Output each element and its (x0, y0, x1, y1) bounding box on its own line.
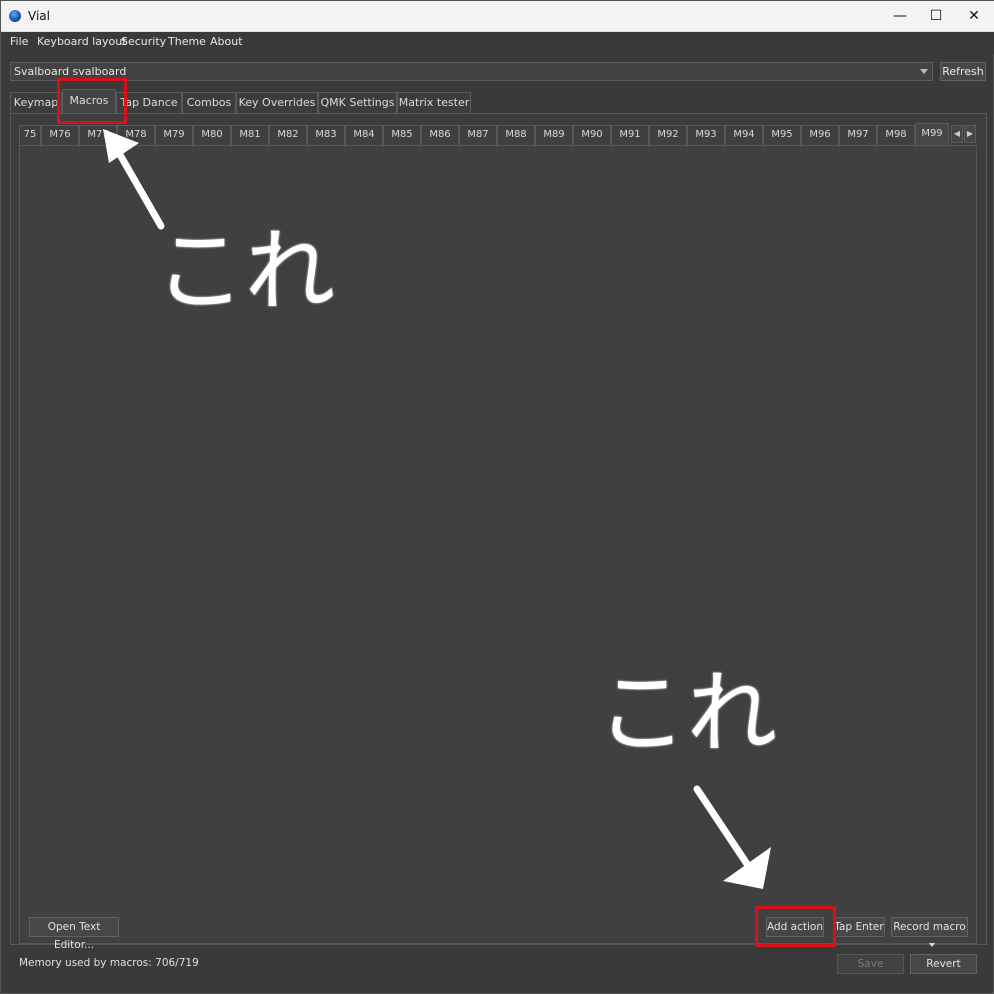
annotation-label-bottom: これ (597, 661, 777, 766)
arrow-up-left-icon (103, 129, 165, 230)
vial-window: Vial — ☐ ✕ File Keyboard layout Security… (0, 0, 994, 994)
annotation-arrows (103, 129, 771, 889)
arrow-down-right-icon (693, 785, 771, 889)
annotation-label-top: これ (155, 219, 335, 324)
